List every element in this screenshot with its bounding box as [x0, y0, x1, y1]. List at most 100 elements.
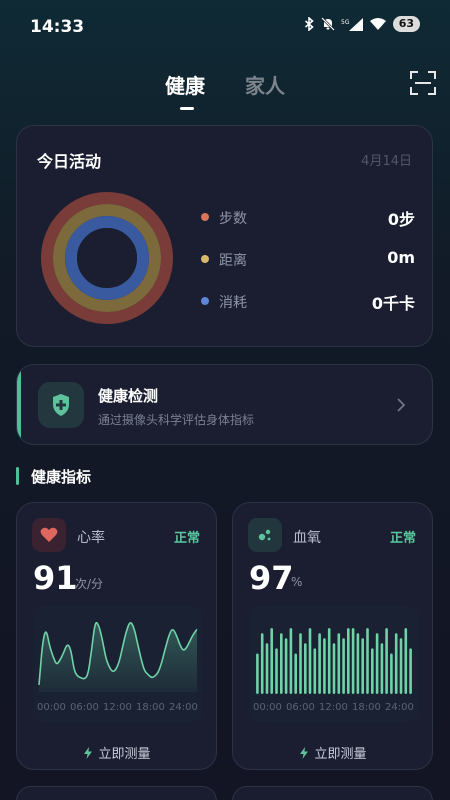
activity-date: 4月14日 — [361, 154, 412, 169]
top-tabs: 健康 家人 — [0, 66, 450, 116]
hr-axis-label: 00:00 — [37, 702, 66, 713]
heart-rate-card[interactable]: 心率 正常 91 次/分 00:00 06:00 12:00 18:00 24:… — [16, 502, 217, 770]
spo2-bar — [260, 633, 264, 694]
heart-rate-measure-button[interactable]: 立即测量 — [17, 743, 218, 762]
spo-axis-label: 12:00 — [319, 702, 348, 713]
blood-oxygen-chart: 00:00 06:00 12:00 18:00 24:00 — [249, 606, 419, 722]
spo2-bar — [318, 633, 321, 694]
status-bar: 14:33 5G 63 — [0, 0, 450, 56]
network-type-label: 5G — [341, 19, 350, 26]
spo2-bar — [404, 628, 408, 694]
mute-bell-icon — [320, 17, 335, 31]
heart-rate-value: 91 — [33, 559, 78, 597]
blood-oxygen-label: 血氧 — [293, 530, 321, 546]
spo2-bar — [342, 638, 345, 694]
blood-oxygen-measure-label: 立即测量 — [314, 747, 367, 762]
spo-axis-label: 18:00 — [352, 702, 381, 713]
blood-oxygen-card[interactable]: 血氧 正常 97 % 00:00 06:00 12:00 18:00 24:00… — [232, 502, 433, 770]
activity-card[interactable]: 今日活动 4月14日 步数 0步 距离 0m 消耗 0千卡 — [16, 125, 433, 347]
spo2-bar — [399, 638, 403, 694]
oxygen-bubbles-icon — [258, 529, 271, 541]
heart-rate-measure-label: 立即测量 — [98, 747, 151, 762]
heart-icon-tile — [32, 518, 66, 552]
shield-plus-icon — [53, 394, 69, 416]
detect-accent-bar — [17, 365, 21, 444]
calories-ring — [65, 216, 149, 300]
detect-subtitle: 通过摄像头科学评估身体指标 — [98, 413, 255, 427]
heart-rate-label: 心率 — [77, 530, 105, 546]
heart-rate-status: 正常 — [173, 531, 200, 546]
spo2-bar — [323, 638, 326, 694]
spo2-bar — [366, 628, 369, 694]
spo2-bar — [390, 653, 393, 694]
spo2-bar — [385, 628, 388, 694]
spo2-bar — [361, 638, 364, 694]
tab-health[interactable]: 健康 — [165, 70, 205, 99]
spo2-bar — [304, 643, 307, 694]
next-card-peek-left — [16, 786, 217, 800]
hr-axis-label: 24:00 — [169, 702, 198, 713]
blood-oxygen-status: 正常 — [389, 531, 416, 546]
calories-dot — [201, 297, 209, 305]
spo2-bar — [351, 628, 355, 694]
metric-steps-label: 步数 — [219, 211, 247, 227]
hr-axis-label: 12:00 — [103, 702, 132, 713]
spo-axis-label: 06:00 — [286, 702, 315, 713]
spo2-bar — [371, 648, 374, 694]
blood-oxygen-measure-button[interactable]: 立即测量 — [233, 743, 434, 762]
scan-icon[interactable] — [410, 71, 436, 95]
spo2-bar — [327, 628, 331, 694]
spo2-bar — [308, 628, 312, 694]
heart-icon — [40, 527, 58, 542]
distance-dot — [201, 255, 209, 263]
wifi-icon — [369, 18, 386, 30]
spo2-bar — [299, 633, 302, 694]
section-title: 健康指标 — [31, 468, 92, 486]
metric-steps: 步数 0步 — [199, 206, 415, 229]
chevron-right-icon — [397, 398, 406, 412]
steps-dot — [201, 213, 209, 221]
metric-steps-value: 0步 — [387, 210, 415, 229]
spo2-bar — [380, 643, 384, 694]
spo2-bar — [356, 633, 360, 694]
lightning-icon — [84, 746, 93, 759]
cellular-signal-icon: 5G — [341, 18, 363, 31]
spo-axis-label: 00:00 — [253, 702, 282, 713]
status-icons: 5G 63 — [304, 16, 420, 32]
activity-rings — [41, 192, 173, 324]
spo2-bar — [270, 628, 273, 694]
hr-axis-label: 18:00 — [136, 702, 165, 713]
metric-calories: 消耗 0千卡 — [199, 290, 415, 313]
spo2-bar — [332, 643, 336, 694]
spo2-bar — [375, 633, 379, 694]
spo2-bar — [275, 648, 278, 694]
health-detect-card[interactable]: 健康检测 通过摄像头科学评估身体指标 — [16, 364, 433, 445]
lightning-icon — [300, 746, 309, 759]
spo2-bar — [337, 633, 341, 694]
tab-family[interactable]: 家人 — [245, 70, 285, 99]
spo2-bar — [347, 628, 350, 694]
activity-title: 今日活动 — [37, 152, 102, 171]
metric-distance-label: 距离 — [219, 253, 247, 269]
blood-oxygen-unit: % — [291, 575, 303, 589]
spo-axis-label: 24:00 — [385, 702, 414, 713]
heart-rate-unit: 次/分 — [75, 577, 104, 591]
spo2-bar — [256, 653, 259, 694]
detect-icon-tile — [38, 382, 84, 428]
bluetooth-icon — [304, 17, 314, 31]
status-time: 14:33 — [30, 17, 85, 37]
metric-distance: 距离 0m — [199, 248, 415, 270]
metric-calories-value: 0千卡 — [371, 294, 415, 313]
spo2-bar — [265, 643, 269, 694]
metric-calories-label: 消耗 — [219, 295, 247, 311]
spo2-bar — [394, 633, 398, 694]
blood-oxygen-value: 97 — [249, 559, 294, 597]
spo2-bar — [289, 628, 293, 694]
spo2-bar — [280, 633, 283, 694]
active-tab-indicator — [180, 107, 194, 110]
section-accent-bar — [16, 467, 19, 485]
metric-distance-value: 0m — [387, 248, 415, 267]
spo2-bar — [284, 638, 288, 694]
battery-indicator: 63 — [392, 16, 420, 32]
next-card-peek-right — [232, 786, 433, 800]
